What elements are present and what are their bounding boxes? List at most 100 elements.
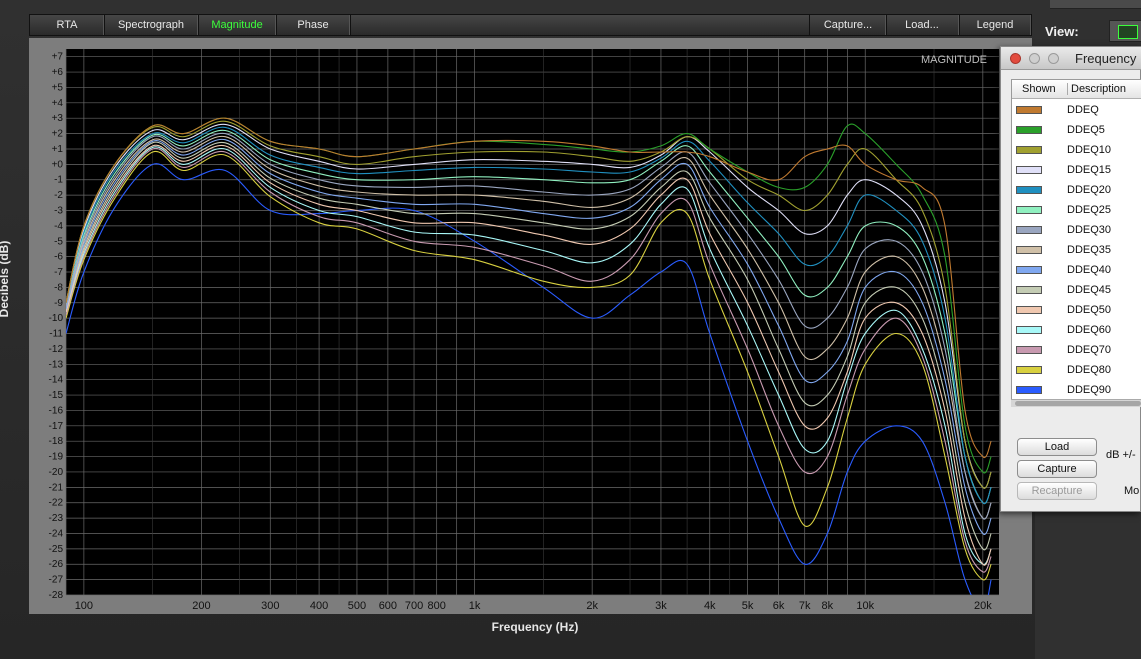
y-tick-label: -26 — [49, 559, 64, 570]
y-tick-label: -19 — [49, 452, 64, 463]
list-item[interactable]: DDEQ5 — [1012, 121, 1141, 141]
list-item[interactable]: DDEQ10 — [1012, 141, 1141, 161]
color-swatch[interactable] — [1016, 126, 1042, 134]
list-item-label: DDEQ35 — [1067, 244, 1112, 256]
zoom-icon[interactable] — [1048, 53, 1059, 64]
column-header-shown[interactable]: Shown — [1022, 83, 1056, 95]
load-menu-button[interactable]: Load... — [885, 15, 960, 35]
color-swatch[interactable] — [1016, 326, 1042, 334]
list-item[interactable]: DDEQ40 — [1012, 261, 1141, 281]
list-item-label: DDEQ90 — [1067, 384, 1112, 396]
tab-magnitude[interactable]: Magnitude — [198, 15, 277, 35]
y-tick-label: -15 — [49, 390, 64, 401]
y-tick-label: +2 — [52, 129, 64, 140]
x-tick-label: 300 — [261, 600, 279, 612]
list-item-label: DDEQ60 — [1067, 324, 1112, 336]
y-tick-label: +7 — [52, 52, 64, 63]
magnitude-chart[interactable]: +7 +6 +5 +4 +3 +2 +1 +0 -1 -2 -3 -4 -5 -6 -7 -8 -9 -10 -11… — [29, 38, 1032, 614]
list-item[interactable]: DDEQ35 — [1012, 241, 1141, 261]
magnitude-chart-panel: +7 +6 +5 +4 +3 +2 +1 +0 -1 -2 -3 -4 -5 -6 -7 -8 -9 -10 -11… — [29, 38, 1032, 614]
x-tick-label: 8k — [822, 600, 834, 612]
y-tick-label: -11 — [49, 329, 63, 340]
x-tick-label: 800 — [428, 600, 446, 612]
y-tick-label: +3 — [52, 113, 64, 124]
color-swatch[interactable] — [1016, 366, 1042, 374]
tab-phase[interactable]: Phase — [276, 15, 351, 35]
list-item-label: DDEQ40 — [1067, 264, 1112, 276]
list-item[interactable]: DDEQ20 — [1012, 181, 1141, 201]
color-swatch[interactable] — [1016, 246, 1042, 254]
x-axis-label: Frequency (Hz) — [491, 620, 579, 634]
close-icon[interactable] — [1010, 53, 1021, 64]
minimize-icon[interactable] — [1029, 53, 1040, 64]
color-swatch[interactable] — [1016, 206, 1042, 214]
list-item-label: DDEQ — [1067, 104, 1099, 116]
view-mode-button[interactable] — [1109, 20, 1141, 42]
measurement-list[interactable]: Shown Description DDEQ DDEQ5 DDEQ10 DDEQ15 D… — [1011, 79, 1141, 407]
list-item-label: DDEQ25 — [1067, 204, 1112, 216]
list-item[interactable]: DDEQ50 — [1012, 301, 1141, 321]
y-tick-label: -22 — [49, 498, 64, 509]
x-tick-label: 7k — [799, 600, 811, 612]
view-toolbar: RTA Spectrograph Magnitude Phase Capture… — [29, 14, 1032, 36]
y-tick-label: -14 — [49, 375, 64, 386]
x-tick-label: 6k — [773, 600, 785, 612]
list-item[interactable]: DDEQ30 — [1012, 221, 1141, 241]
y-tick-label: -20 — [49, 467, 64, 478]
y-tick-label: -1 — [54, 175, 63, 186]
list-item[interactable]: DDEQ — [1012, 101, 1141, 121]
color-swatch[interactable] — [1016, 306, 1042, 314]
list-item[interactable]: DDEQ90 — [1012, 381, 1141, 401]
view-label: View: — [1045, 24, 1079, 39]
y-tick-label: -18 — [49, 436, 64, 447]
y-tick-label: -23 — [49, 513, 64, 524]
y-tick-label: -28 — [49, 590, 64, 601]
column-header-description[interactable]: Description — [1071, 83, 1126, 95]
horizontal-scrollbar[interactable] — [1011, 399, 1141, 407]
tab-rta[interactable]: RTA — [30, 15, 105, 35]
list-item-label: DDEQ15 — [1067, 164, 1112, 176]
list-header: Shown Description — [1012, 80, 1141, 99]
list-item-label: DDEQ80 — [1067, 364, 1112, 376]
y-tick-label: +0 — [52, 159, 64, 170]
list-item[interactable]: DDEQ80 — [1012, 361, 1141, 381]
y-tick-label: -27 — [49, 575, 64, 586]
color-swatch[interactable] — [1016, 386, 1042, 394]
color-swatch[interactable] — [1016, 286, 1042, 294]
color-swatch[interactable] — [1016, 166, 1042, 174]
list-item[interactable]: DDEQ25 — [1012, 201, 1141, 221]
recapture-button[interactable]: Recapture — [1017, 482, 1097, 500]
x-tick-label: 20k — [974, 600, 992, 612]
color-swatch[interactable] — [1016, 186, 1042, 194]
tab-spectrograph[interactable]: Spectrograph — [104, 15, 199, 35]
color-swatch[interactable] — [1016, 346, 1042, 354]
y-tick-label: -10 — [49, 313, 64, 324]
list-item[interactable]: DDEQ60 — [1012, 321, 1141, 341]
list-item[interactable]: DDEQ45 — [1012, 281, 1141, 301]
color-swatch[interactable] — [1016, 266, 1042, 274]
scrollbar-thumb[interactable] — [1015, 401, 1141, 406]
window-title: Frequency — [1075, 51, 1137, 66]
y-tick-label: -13 — [49, 359, 64, 370]
y-tick-label: -7 — [54, 267, 63, 278]
legend-button[interactable]: Legend — [959, 15, 1031, 35]
list-item[interactable]: DDEQ70 — [1012, 341, 1141, 361]
chart-title: MAGNITUDE — [921, 54, 987, 66]
y-tick-label: +1 — [52, 144, 64, 155]
y-tick-label: -24 — [49, 528, 64, 539]
capture-button[interactable]: Capture — [1017, 460, 1097, 478]
color-swatch[interactable] — [1016, 106, 1042, 114]
x-tick-label: 700 — [405, 600, 423, 612]
x-tick-label: 10k — [856, 600, 874, 612]
list-item[interactable]: DDEQ15 — [1012, 161, 1141, 181]
frequency-window: Frequency Shown Description DDEQ DDEQ5 DDE… — [1000, 46, 1141, 512]
column-separator — [1067, 83, 1068, 95]
capture-menu-button[interactable]: Capture... — [809, 15, 887, 35]
color-swatch[interactable] — [1016, 226, 1042, 234]
y-tick-label: -25 — [49, 544, 64, 555]
plot-area[interactable] — [66, 49, 999, 595]
color-swatch[interactable] — [1016, 146, 1042, 154]
x-tick-label: 3k — [655, 600, 667, 612]
load-button[interactable]: Load — [1017, 438, 1097, 456]
window-titlebar[interactable]: Frequency — [1001, 47, 1141, 70]
